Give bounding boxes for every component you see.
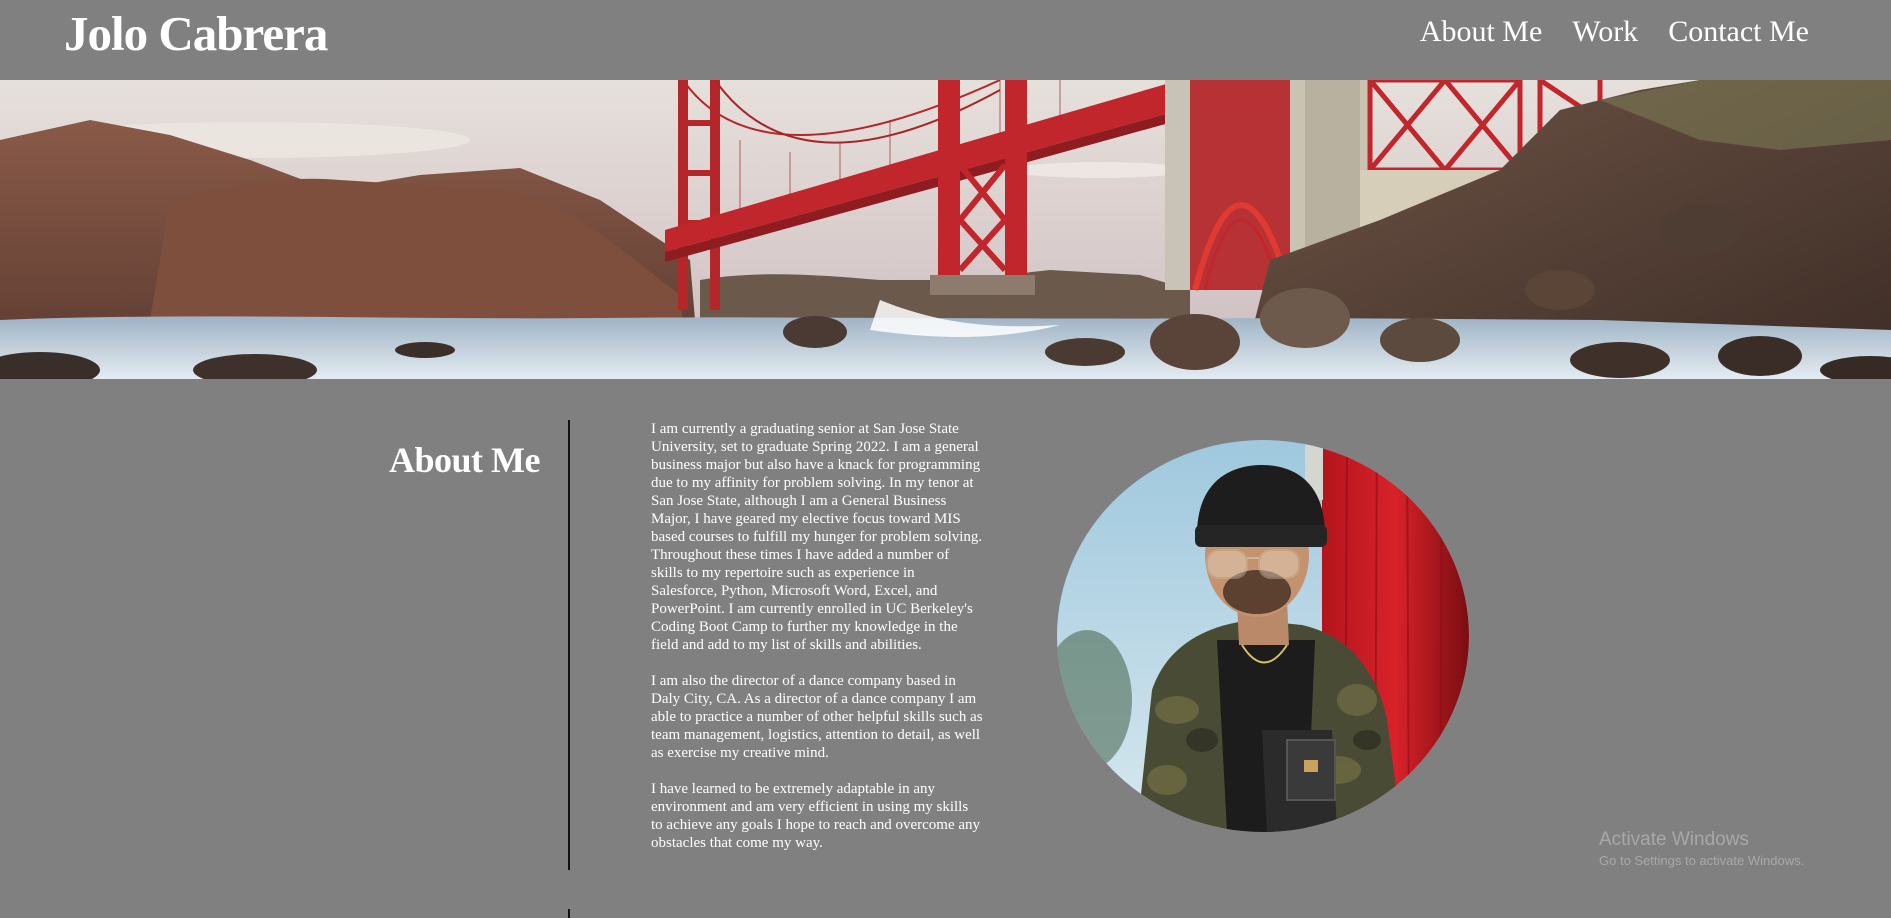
about-paragraph: I am also the director of a dance compan… — [651, 673, 983, 761]
nav-link-contact-me[interactable]: Contact Me — [1668, 12, 1809, 52]
nav-link-about-me[interactable]: About Me — [1420, 12, 1543, 52]
about-heading: About Me — [389, 440, 541, 480]
hero-banner-golden-gate-bridge — [0, 80, 1891, 379]
activate-windows-watermark: Activate Windows Go to Settings to activ… — [1599, 828, 1804, 870]
section-divider-next — [568, 909, 570, 918]
watermark-title: Activate Windows — [1599, 829, 1749, 850]
main-nav: About Me Work Contact Me — [1420, 12, 1809, 52]
watermark-subtitle: Go to Settings to activate Windows. — [1599, 853, 1805, 868]
site-header: Jolo Cabrera About Me Work Contact Me — [0, 0, 1891, 80]
nav-link-work[interactable]: Work — [1572, 12, 1638, 52]
about-paragraph: I am currently a graduating senior at Sa… — [651, 421, 983, 653]
site-title[interactable]: Jolo Cabrera — [64, 4, 328, 64]
about-paragraph: I have learned to be extremely adaptable… — [651, 781, 981, 851]
profile-photo — [1057, 440, 1469, 832]
about-text: I am currently a graduating senior at Sa… — [651, 420, 983, 870]
section-divider — [568, 420, 570, 870]
